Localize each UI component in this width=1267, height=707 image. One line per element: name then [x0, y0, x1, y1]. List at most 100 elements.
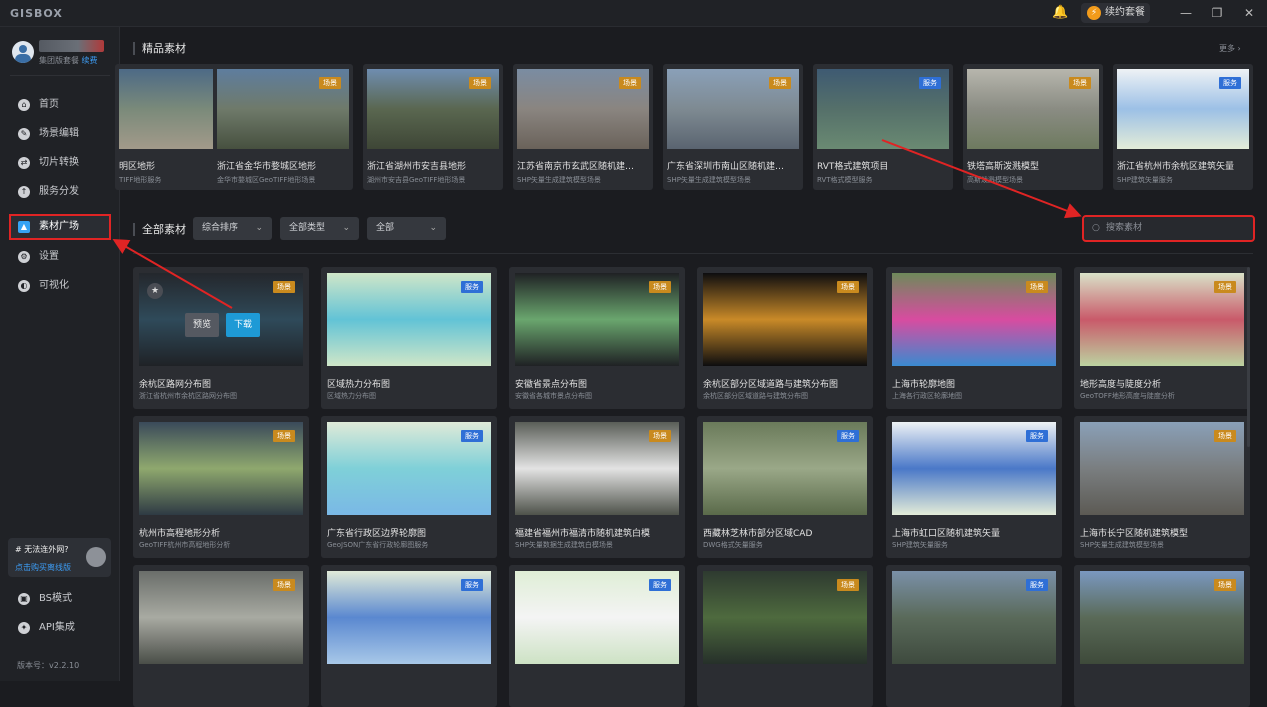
sidebar-item-4[interactable]: ▲ 素材广场: [9, 214, 111, 240]
featured-card-title: RVT格式建筑项目: [817, 162, 889, 172]
featured-card[interactable]: 场景 浙江省湖州市安吉县地形 湖州市安吉县GeoTIFF地形场景: [363, 64, 503, 190]
material-card[interactable]: 服务: [886, 565, 1062, 707]
material-card[interactable]: 服务: [509, 565, 685, 707]
sidebar-bottom-item-0[interactable]: ▣ BS模式: [10, 587, 110, 611]
material-card-title: 地形高度与陡度分析: [1080, 380, 1162, 390]
sidebar-item-label: 切片转换: [39, 157, 79, 168]
sidebar-item-label: 素材广场: [39, 221, 79, 232]
material-card-subtitle: GeoJSON广东省行政轮廓图服务: [327, 541, 429, 549]
search-icon: ○: [1092, 223, 1100, 233]
material-card-title: 区域热力分布图: [327, 380, 391, 390]
type-badge: 场景: [1214, 281, 1236, 293]
material-card-title: 福建省福州市福清市随机建筑白模: [515, 529, 651, 539]
renew-button[interactable]: ⚡ 续约套餐: [1081, 3, 1150, 23]
promo-link[interactable]: 点击购买离线版: [15, 562, 71, 573]
maximize-button[interactable]: ❐: [1207, 4, 1227, 22]
material-card[interactable]: 服务西藏林芝林市部分区域CAD DWG格式矢量服务: [697, 416, 873, 558]
sidebar-item-5[interactable]: ⚙ 设置: [10, 245, 110, 269]
avatar[interactable]: [12, 41, 34, 63]
material-card-subtitle: SHP建筑矢量服务: [892, 541, 948, 549]
material-card[interactable]: 场景: [697, 565, 873, 707]
material-card-subtitle: GeoTOFF地形高度与陡度分析: [1080, 392, 1175, 400]
main-content: 精品素材 更多 › 服务明区地形TIFF地形服务场景浙江省金华市婺城区地形金华市…: [115, 27, 1267, 707]
search-placeholder: 搜索素材: [1106, 223, 1143, 233]
more-link[interactable]: 更多 ›: [1219, 43, 1241, 54]
type-badge: 场景: [273, 281, 295, 293]
scrollbar[interactable]: [1247, 267, 1250, 447]
material-card[interactable]: 场景 上海市长宁区随机建筑模型 SHP矢量生成建筑模型场景: [1074, 416, 1250, 558]
material-card[interactable]: 场景 安徽省景点分布图 安徽省各城市景点分布图: [509, 267, 685, 409]
material-card-subtitle: GeoTIFF杭州市高程地形分析: [139, 541, 231, 549]
type-badge: 服务: [837, 430, 859, 442]
promo-title: # 无法连外网?: [15, 545, 69, 554]
sidebar-item-1[interactable]: ✎ 场景编辑: [10, 122, 110, 146]
material-card[interactable]: 场景: [133, 565, 309, 707]
chevron-down-icon: ⌄: [429, 223, 437, 233]
sidebar-item-3[interactable]: ↑ 服务分发: [10, 180, 110, 204]
renew-link[interactable]: 续费: [82, 56, 98, 65]
type-badge: 服务: [461, 430, 483, 442]
featured-card[interactable]: 场景 江苏省南京市玄武区随机建… SHP矢量生成建筑模型场景: [513, 64, 653, 190]
material-card[interactable]: 服务 广东省行政区边界轮廓图 GeoJSON广东省行政轮廓图服务: [321, 416, 497, 558]
featured-card-title: 江苏省南京市玄武区随机建…: [517, 162, 635, 172]
filter-dropdown-1[interactable]: 全部类型 ⌄: [280, 217, 359, 240]
type-badge: 场景: [837, 281, 859, 293]
material-card-subtitle: 上海各行政区轮廓地图: [892, 392, 962, 400]
type-badge: 场景: [319, 77, 341, 89]
filter-dropdown-2[interactable]: 全部 ⌄: [367, 217, 446, 240]
filter-dropdown-0[interactable]: 综合排序 ⌄: [193, 217, 272, 240]
material-card-subtitle: DWG格式矢量服务: [703, 541, 763, 549]
material-card[interactable]: 场景地形高度与陡度分析 GeoTOFF地形高度与陡度分析: [1074, 267, 1250, 409]
filter-label: 全部: [376, 223, 395, 233]
featured-card[interactable]: 服务 RVT格式建筑项目 RVT格式模型服务: [813, 64, 953, 190]
featured-card-subtitle: 湖州市安吉县GeoTIFF地形场景: [367, 176, 466, 184]
material-card[interactable]: 服务 上海市虹口区随机建筑矢量 SHP建筑矢量服务: [886, 416, 1062, 558]
featured-card[interactable]: 场景 广东省深圳市南山区随机建… SHP矢量生成建筑模型场景: [663, 64, 803, 190]
material-card-title: 安徽省景点分布图: [515, 380, 588, 390]
bell-icon[interactable]: 🔔: [1052, 5, 1068, 21]
close-button[interactable]: ✕: [1239, 4, 1259, 22]
featured-thumbnail: 服务: [817, 69, 949, 149]
featured-card-title: 浙江省金华市婺城区地形: [217, 162, 317, 172]
material-card-title: 西藏林芝林市部分区域CAD: [703, 529, 813, 539]
sidebar-item-6[interactable]: ◐ 可视化: [10, 274, 110, 298]
material-card[interactable]: 服务 区域热力分布图 区域热力分布图: [321, 267, 497, 409]
material-thumbnail: 场景: [1080, 571, 1244, 664]
material-card[interactable]: 服务: [321, 565, 497, 707]
featured-thumbnail: 场景: [667, 69, 799, 149]
featured-card[interactable]: 场景 浙江省金华市婺城区地形 金华市婺城区GeoTIFF地形场景: [213, 64, 353, 190]
search-input[interactable]: ○ 搜索素材: [1082, 215, 1255, 242]
download-button[interactable]: 下载: [226, 313, 260, 337]
material-card[interactable]: 场景 杭州市高程地形分析 GeoTIFF杭州市高程地形分析: [133, 416, 309, 558]
sidebar-item-2[interactable]: ⇄ 切片转换: [10, 151, 110, 175]
material-card[interactable]: 场景 余杭区部分区域道路与建筑分布图 余杭区部分区域道路与建筑分布图: [697, 267, 873, 409]
star-icon[interactable]: ★: [147, 283, 163, 299]
material-card[interactable]: 场景 ★ 预览 下载 余杭区路网分布图 浙江省杭州市余杭区路网分布图: [133, 267, 309, 409]
material-card[interactable]: 场景: [1074, 565, 1250, 707]
featured-card[interactable]: 场景 铁塔高斯泼溅模型 高斯泼溅模型场景: [963, 64, 1103, 190]
material-card-title: 上海市长宁区随机建筑模型: [1080, 529, 1189, 539]
material-card-subtitle: 安徽省各城市景点分布图: [515, 392, 592, 400]
home-icon: ⌂: [18, 99, 30, 111]
featured-card[interactable]: 服务 浙江省杭州市余杭区建筑矢量 SHP建筑矢量服务: [1113, 64, 1253, 190]
material-thumbnail: 服务: [327, 571, 491, 664]
upload-icon: ↑: [18, 186, 30, 198]
material-card[interactable]: 场景 福建省福州市福清市随机建筑白模 SHP矢量数据生成建筑白模场景: [509, 416, 685, 558]
material-card[interactable]: 场景 上海市轮廓地图 上海各行政区轮廓地图: [886, 267, 1062, 409]
minimize-button[interactable]: —: [1176, 4, 1196, 22]
type-badge: 场景: [1069, 77, 1091, 89]
sidebar-item-0[interactable]: ⌂ 首页: [10, 93, 110, 117]
featured-card-subtitle: RVT格式模型服务: [817, 176, 873, 184]
featured-thumbnail: 场景: [517, 69, 649, 149]
sidebar-bottom-item-1[interactable]: ✦ API集成: [10, 616, 110, 640]
divider: [133, 253, 1253, 254]
filter-label: 综合排序: [202, 223, 239, 233]
material-card-title: 上海市虹口区随机建筑矢量: [892, 529, 1001, 539]
material-thumbnail: 场景: [703, 273, 867, 366]
chevron-down-icon: ⌄: [255, 223, 263, 233]
preview-button[interactable]: 预览: [185, 313, 219, 337]
offline-promo[interactable]: # 无法连外网? 点击购买离线版: [8, 538, 111, 577]
type-badge: 服务: [461, 281, 483, 293]
material-thumbnail: 场景: [515, 422, 679, 515]
app-logo: GISBOX: [10, 7, 63, 20]
